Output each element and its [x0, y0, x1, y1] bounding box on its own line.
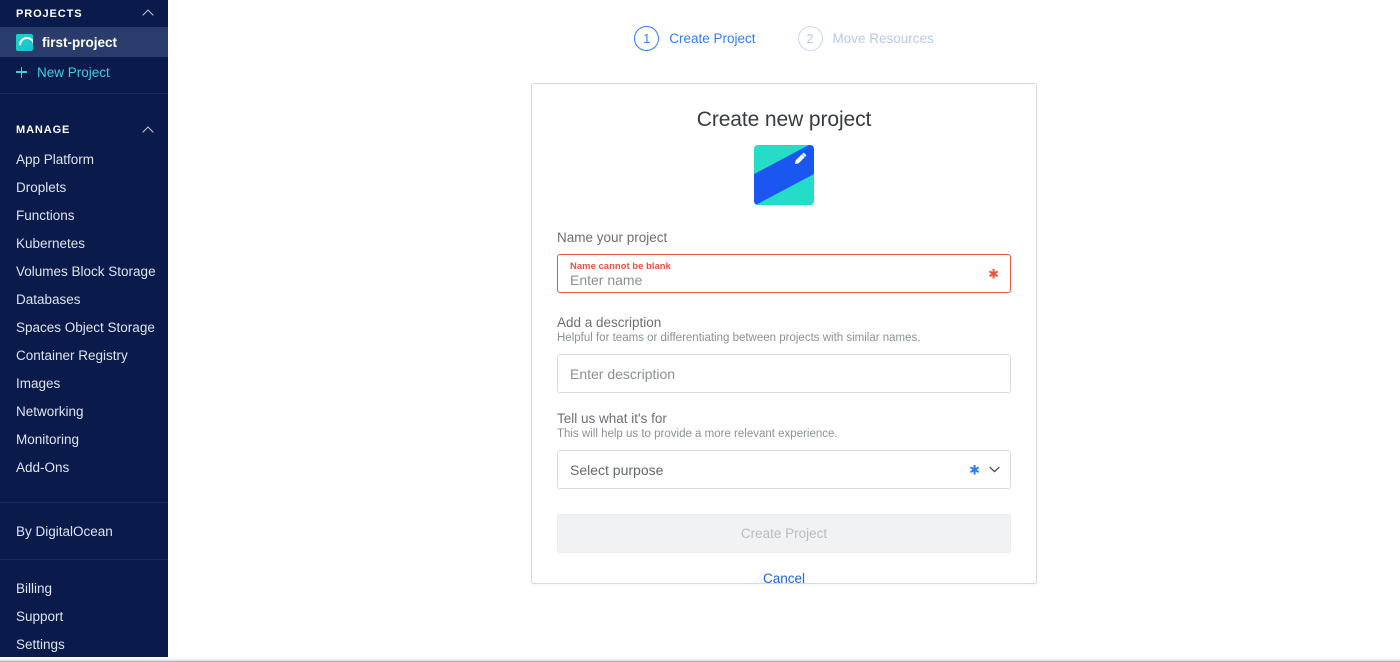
sidebar-item-label: Volumes Block Storage	[16, 263, 156, 279]
chevron-down-icon[interactable]	[989, 466, 1000, 473]
purpose-select-placeholder: Select purpose	[570, 461, 664, 478]
name-field-label: Name your project	[557, 230, 668, 245]
project-image-icon[interactable]	[754, 145, 814, 205]
sidebar-section-manage-label: MANAGE	[16, 124, 71, 136]
project-image-wrap	[557, 145, 1011, 205]
sidebar-section-projects-label: PROJECTS	[16, 7, 83, 20]
sidebar-item-label: Functions	[16, 207, 75, 223]
step-label: Create Project	[669, 31, 756, 46]
name-input-placeholder: Enter name	[570, 271, 643, 288]
cancel-link-label: Cancel	[762, 571, 806, 586]
sidebar-item-label: Droplets	[16, 179, 67, 195]
name-error-message: Name cannot be blank	[570, 260, 671, 272]
description-field-hint: Helpful for teams or differentiating bet…	[557, 332, 921, 344]
cancel-link[interactable]: Cancel	[531, 571, 1037, 586]
sidebar-item-label: Support	[16, 608, 64, 624]
sidebar-section-projects-header[interactable]: PROJECTS	[0, 0, 168, 27]
step-number-badge: 2	[797, 26, 823, 51]
sidebar-item-label: Billing	[16, 580, 53, 596]
chevron-up-icon[interactable]	[143, 8, 154, 19]
sidebar-item-settings[interactable]: Settings	[0, 630, 168, 658]
sidebar-item-label: Networking	[16, 403, 84, 419]
pencil-icon	[795, 152, 807, 164]
sidebar-item-kubernetes[interactable]: Kubernetes	[0, 229, 168, 257]
window-bottom-edge	[0, 657, 1400, 662]
main-content: 1 Create Project 2 Move Resources Create…	[168, 0, 1400, 662]
sidebar-by-digitalocean: By DigitalOcean	[0, 517, 168, 545]
create-project-stepper: 1 Create Project 2 Move Resources	[168, 0, 1400, 51]
sidebar-item-label: Kubernetes	[16, 235, 86, 251]
sidebar-item-label: Container Registry	[16, 347, 128, 363]
sidebar-item-functions[interactable]: Functions	[0, 201, 168, 229]
purpose-field-hint: This will help us to provide a more rele…	[557, 428, 838, 440]
sidebar-item-first-project[interactable]: first-project	[0, 27, 168, 57]
sidebar-item-networking[interactable]: Networking	[0, 397, 168, 425]
sidebar-item-support[interactable]: Support	[0, 602, 168, 630]
sidebar-item-billing[interactable]: Billing	[0, 574, 168, 602]
sidebar-item-label: Images	[16, 375, 61, 391]
step-move-resources[interactable]: 2 Move Resources	[797, 26, 934, 51]
sidebar-item-images[interactable]: Images	[0, 369, 168, 397]
create-project-button-label: Create Project	[740, 526, 828, 541]
name-input[interactable]: Name cannot be blank Enter name ✱	[557, 254, 1011, 293]
purpose-select[interactable]: Select purpose ✱	[557, 450, 1011, 489]
sidebar-item-first-project-label: first-project	[42, 34, 118, 50]
sidebar-item-databases[interactable]: Databases	[0, 285, 168, 313]
sidebar-by-digitalocean-label: By DigitalOcean	[16, 523, 113, 539]
sidebar-item-container-registry[interactable]: Container Registry	[0, 341, 168, 369]
sidebar-item-volumes-block-storage[interactable]: Volumes Block Storage	[0, 257, 168, 285]
sidebar-item-app-platform[interactable]: App Platform	[0, 145, 168, 173]
sidebar-new-project-label: New Project	[37, 64, 110, 80]
sidebar-item-label: Add-Ons	[16, 459, 70, 475]
sidebar-new-project-button[interactable]: New Project	[0, 57, 168, 87]
sidebar-item-add-ons[interactable]: Add-Ons	[0, 453, 168, 481]
page-title: Create new project	[696, 108, 872, 131]
required-asterisk-icon: ✱	[988, 266, 999, 281]
create-project-button[interactable]: Create Project	[557, 514, 1011, 553]
sidebar: PROJECTS first-project New Project MANAG…	[0, 0, 168, 662]
create-project-card: Create new project Name your project Nam…	[531, 83, 1037, 584]
chevron-up-icon[interactable]	[143, 125, 154, 136]
project-avatar-icon	[16, 33, 33, 51]
step-label: Move Resources	[832, 31, 934, 46]
required-asterisk-icon: ✱	[969, 462, 980, 477]
step-number-badge: 1	[634, 26, 660, 51]
sidebar-item-droplets[interactable]: Droplets	[0, 173, 168, 201]
description-input[interactable]: Enter description	[557, 354, 1011, 393]
sidebar-section-manage-header[interactable]: MANAGE	[0, 115, 168, 145]
sidebar-item-label: Databases	[16, 291, 81, 307]
sidebar-item-label: Settings	[16, 636, 65, 652]
description-input-placeholder: Enter description	[570, 365, 676, 382]
description-field-label: Add a description	[557, 315, 662, 330]
app-root: PROJECTS first-project New Project MANAG…	[0, 0, 1400, 662]
step-create-project[interactable]: 1 Create Project	[634, 26, 756, 51]
sidebar-item-label: Spaces Object Storage	[16, 319, 155, 335]
sidebar-item-spaces-object-storage[interactable]: Spaces Object Storage	[0, 313, 168, 341]
sidebar-item-monitoring[interactable]: Monitoring	[0, 425, 168, 453]
sidebar-item-label: App Platform	[16, 151, 95, 167]
sidebar-item-label: Monitoring	[16, 431, 80, 447]
purpose-field-label: Tell us what it's for	[557, 411, 667, 426]
plus-icon	[16, 66, 27, 78]
